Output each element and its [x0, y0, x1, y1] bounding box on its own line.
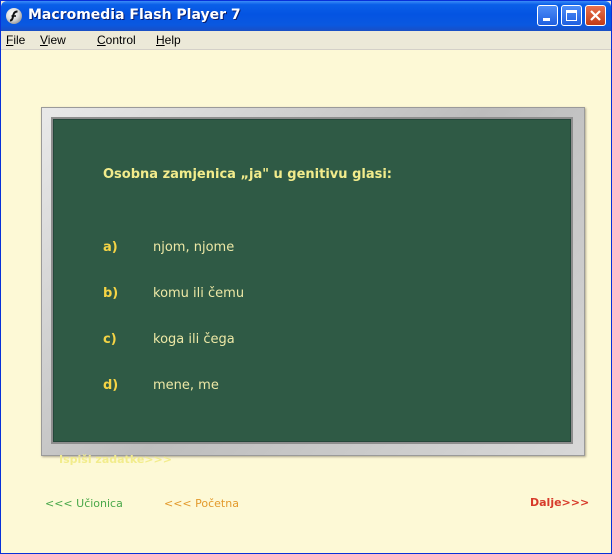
menu-control[interactable]: Control — [97, 33, 136, 47]
close-button[interactable] — [585, 5, 606, 26]
close-icon — [590, 10, 601, 21]
menu-view[interactable]: View — [40, 33, 66, 47]
option-c-text[interactable]: koga ili čega — [153, 332, 235, 347]
maximize-icon — [566, 10, 577, 21]
menu-help[interactable]: Help — [156, 33, 181, 47]
menu-control-label: ontrol — [105, 33, 136, 47]
option-a-letter[interactable]: a) — [103, 240, 118, 255]
option-d-letter[interactable]: d) — [103, 378, 118, 393]
flash-stage: Osobna zamjenica „ja" u genitivu glasi: … — [1, 50, 611, 553]
menu-file[interactable]: File — [6, 33, 25, 47]
next-link[interactable]: Dalje>>> — [530, 496, 589, 509]
title-bar[interactable]: Macromedia Flash Player 7 — [1, 1, 611, 31]
flash-player-icon[interactable] — [6, 8, 22, 24]
menu-bar: File View Control Help — [1, 31, 611, 50]
option-d-text[interactable]: mene, me — [153, 378, 219, 393]
minimize-button[interactable] — [537, 5, 558, 26]
classroom-link[interactable]: <<< Učionica — [45, 497, 123, 510]
option-a-text[interactable]: njom, njome — [153, 240, 234, 255]
window-title: Macromedia Flash Player 7 — [28, 7, 241, 23]
flash-player-window: Macromedia Flash Player 7 File View Cont… — [0, 0, 612, 554]
minimize-icon — [543, 18, 550, 21]
menu-file-label: ile — [13, 33, 26, 47]
menu-help-accelerator: H — [156, 33, 165, 47]
menu-help-label: elp — [164, 33, 181, 47]
print-tasks-link[interactable]: Ispiši zadatke>>> — [59, 453, 172, 466]
maximize-button[interactable] — [561, 5, 582, 26]
option-b-letter[interactable]: b) — [103, 286, 118, 301]
blackboard-frame: Osobna zamjenica „ja" u genitivu glasi: … — [41, 107, 585, 466]
menu-view-label: iew — [47, 33, 66, 47]
menu-control-accelerator: C — [97, 33, 106, 47]
option-b-text[interactable]: komu ili čemu — [153, 286, 244, 301]
menu-view-accelerator: V — [40, 33, 48, 47]
question-text: Osobna zamjenica „ja" u genitivu glasi: — [103, 167, 392, 182]
blackboard: Osobna zamjenica „ja" u genitivu glasi: … — [53, 119, 571, 466]
option-c-letter[interactable]: c) — [103, 332, 117, 347]
blackboard-frame-inner: Osobna zamjenica „ja" u genitivu glasi: … — [51, 117, 573, 466]
home-link[interactable]: <<< Početna — [164, 497, 239, 510]
